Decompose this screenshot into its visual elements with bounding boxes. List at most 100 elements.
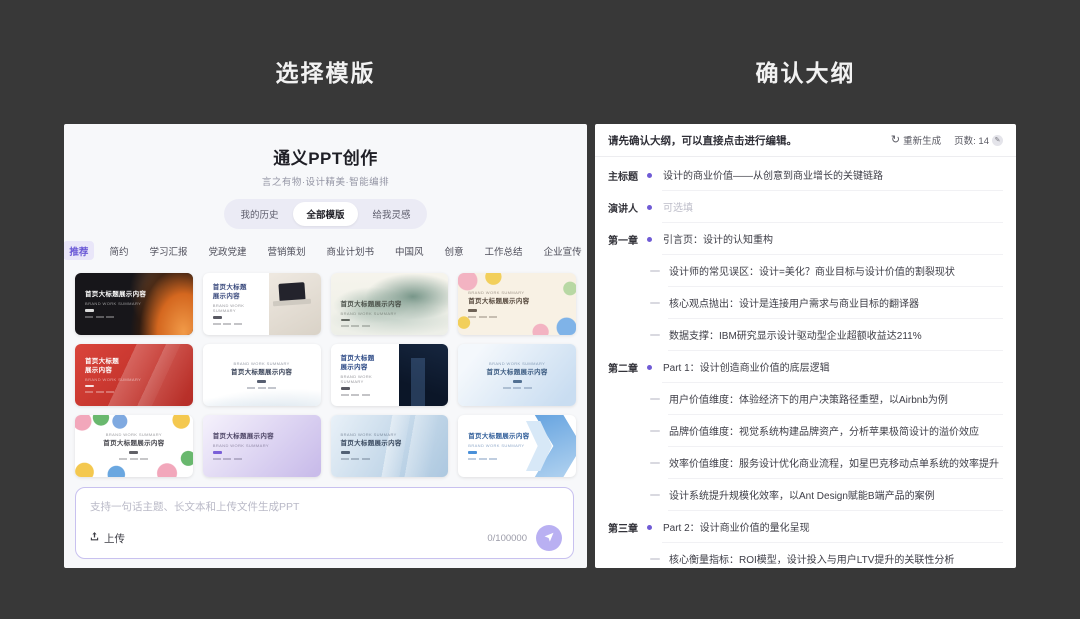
outline-row-text[interactable]: 核心观点抛出：设计是连接用户需求与商业目标的翻译器 bbox=[668, 287, 1003, 319]
tab-给我灵感[interactable]: 给我灵感 bbox=[360, 202, 424, 226]
composer-bar: 上传 0/100000 bbox=[89, 525, 562, 551]
template-thumbnail-navy[interactable]: 首页大标题展示内容BRAND WORK SUMMARY bbox=[331, 344, 449, 406]
drag-dash-icon bbox=[650, 494, 660, 496]
tab-我的历史[interactable]: 我的历史 bbox=[227, 202, 291, 226]
outline-row-text[interactable]: Part 1：设计创造商业价值的底层逻辑 bbox=[662, 351, 1003, 383]
decorative-dash bbox=[341, 451, 350, 454]
outline-row-text[interactable]: 品牌价值维度：视觉系统构建品牌资产，分析苹果极简设计的溢价效应 bbox=[668, 415, 1003, 447]
template-thumbnail-dark-orange[interactable]: 首页大标题展示内容BRAND WORK SUMMARY bbox=[75, 273, 193, 335]
page-count-label: 页数: 14 bbox=[954, 133, 989, 147]
outline-row-text[interactable]: 效率价值维度：服务设计优化商业流程，如星巴克移动点单系统的效率提升 bbox=[668, 447, 1003, 479]
outline-row-label: 第一章 bbox=[608, 232, 642, 247]
template-brand-text: BRAND WORK SUMMARY bbox=[489, 361, 545, 366]
category-简约[interactable]: 简约 bbox=[103, 241, 134, 260]
outline-subitem: 效率价值维度：服务设计优化商业流程，如星巴克移动点单系统的效率提升 bbox=[608, 447, 1003, 479]
decorative-dash bbox=[85, 385, 94, 388]
decorative-meta-bars bbox=[247, 387, 276, 389]
template-thumbnail-red[interactable]: 首页大标题展示内容BRAND WORK SUMMARY bbox=[75, 344, 193, 406]
category-企业宣传[interactable]: 企业宣传 bbox=[538, 241, 587, 260]
outline-subitem: 设计师的常见误区：设计=美化？商业目标与设计价值的割裂现状 bbox=[608, 255, 1003, 287]
template-thumbnail-pastel[interactable]: BRAND WORK SUMMARY首页大标题展示内容 bbox=[458, 273, 576, 335]
template-brand-text: BRAND WORK SUMMARY bbox=[213, 443, 269, 448]
tabs-wrap: 我的历史全部模版给我灵感 bbox=[64, 199, 587, 229]
bullet-dot-icon bbox=[647, 365, 652, 370]
outline-row-text[interactable]: 用户价值维度：体验经济下的用户决策路径重塑，以Airbnb为例 bbox=[668, 383, 1003, 415]
template-thumbnail-chevron[interactable]: 首页大标题展示内容BRAND WORK SUMMARY bbox=[458, 415, 576, 477]
outline-row-text[interactable]: 引言页：设计的认知重构 bbox=[662, 223, 1003, 255]
outline-header-text: 请先确认大纲，可以直接点击进行编辑。 bbox=[608, 133, 797, 148]
template-grid: 首页大标题展示内容 BRAND WORK SUMMARY 首页大标题展示内容 BRAN… bbox=[75, 273, 576, 477]
template-brand-text: BRAND WORK SUMMARY bbox=[85, 301, 141, 306]
decorative-dash bbox=[129, 451, 138, 454]
upload-button[interactable]: 上传 bbox=[89, 531, 125, 546]
outline-subitem: 用户价值维度：体验经济下的用户决策路径重塑，以Airbnb为例 bbox=[608, 383, 1003, 415]
template-brand-text: BRAND WORK SUMMARY bbox=[106, 432, 162, 437]
template-art-laptop bbox=[269, 273, 321, 335]
category-党政党建[interactable]: 党政党建 bbox=[202, 241, 252, 260]
drag-dash-icon bbox=[650, 398, 660, 400]
outline-row: 第一章 引言页：设计的认知重构 bbox=[608, 223, 1003, 255]
app-subtitle: 言之有物·设计精美·智能编排 bbox=[64, 174, 587, 188]
template-thumbnail-softblue[interactable]: BRAND WORK SUMMARY 首页大标题展示内容 bbox=[458, 344, 576, 406]
decorative-dash bbox=[341, 387, 350, 390]
send-button[interactable] bbox=[536, 525, 562, 551]
category-创意[interactable]: 创意 bbox=[439, 241, 470, 260]
decorative-dash bbox=[468, 451, 477, 454]
category-学习汇报[interactable]: 学习汇报 bbox=[143, 241, 193, 260]
tab-全部模版[interactable]: 全部模版 bbox=[293, 202, 357, 226]
decorative-dash bbox=[513, 380, 522, 383]
template-text-block: BRAND WORK SUMMARY 首页大标题展示内容 bbox=[458, 344, 576, 406]
outline-subitem: 数据支撑：IBM研究显示设计驱动型企业超额收益达211% bbox=[608, 319, 1003, 351]
decorative-meta-bars bbox=[503, 387, 532, 389]
category-工作总结[interactable]: 工作总结 bbox=[479, 241, 529, 260]
decorative-meta-bars bbox=[85, 391, 114, 393]
outline-row-text[interactable]: 设计的商业价值——从创意到商业增长的关键链路 bbox=[662, 159, 1003, 191]
stage-title-choose-template: 选择模版 bbox=[64, 54, 587, 88]
template-thumbnail-ink[interactable]: 首页大标题展示内容BRAND WORK SUMMARY bbox=[331, 273, 449, 335]
prompt-composer: 上传 0/100000 bbox=[75, 487, 574, 559]
template-title-text: 首页大标题展示内容 bbox=[213, 432, 274, 441]
template-text-block: 首页大标题展示内容BRAND WORK SUMMARY bbox=[331, 344, 399, 406]
template-text-block: 首页大标题展示内容BRAND WORK SUMMARY bbox=[458, 415, 576, 477]
template-text-block: BRAND WORK SUMMARY 首页大标题展示内容 bbox=[75, 415, 193, 477]
category-推荐[interactable]: 推荐 bbox=[64, 241, 94, 260]
template-picker-panel: 通义PPT创作 言之有物·设计精美·智能编排 我的历史全部模版给我灵感 推荐简约… bbox=[64, 124, 587, 568]
regenerate-button[interactable]: ↻ 重新生成 bbox=[891, 133, 941, 147]
outline-list: 主标题 设计的商业价值——从创意到商业增长的关键链路演讲人 可选填第一章 引言页：设计… bbox=[595, 157, 1016, 568]
outline-row-text[interactable]: 设计系统提升规模化效率，以Ant Design赋能B端产品的案例 bbox=[668, 479, 1003, 511]
decorative-meta-bars bbox=[213, 458, 242, 460]
prompt-input[interactable] bbox=[76, 488, 573, 524]
category-中国风[interactable]: 中国风 bbox=[389, 241, 430, 260]
template-thumbnail-floral[interactable]: BRAND WORK SUMMARY 首页大标题展示内容 bbox=[75, 415, 193, 477]
outline-row-text[interactable]: 可选填 bbox=[662, 191, 1003, 223]
template-title-text: 首页大标题展示内容 bbox=[231, 368, 292, 377]
template-title-text: 首页大标题展示内容 bbox=[341, 354, 375, 372]
page-count-control[interactable]: 页数: 14 ✎ bbox=[954, 133, 1003, 147]
template-title-text: 首页大标题展示内容 bbox=[103, 439, 164, 448]
category-商业计划书[interactable]: 商业计划书 bbox=[321, 241, 381, 260]
outline-row-text[interactable]: 数据支撑：IBM研究显示设计驱动型企业超额收益达211% bbox=[668, 319, 1003, 351]
edit-pencil-icon: ✎ bbox=[992, 135, 1003, 146]
outline-row-label: 第二章 bbox=[608, 360, 642, 375]
template-thumbnail-laptop[interactable]: 首页大标题展示内容BRAND WORK SUMMARY bbox=[203, 273, 321, 335]
outline-row-label: 主标题 bbox=[608, 168, 642, 183]
template-brand-text: BRAND WORK SUMMARY bbox=[341, 311, 397, 316]
template-title-text: 首页大标题展示内容 bbox=[468, 297, 529, 306]
drag-dash-icon bbox=[650, 334, 660, 336]
decorative-meta-bars bbox=[468, 458, 497, 460]
template-thumbnail-bluegeo[interactable]: BRAND WORK SUMMARY首页大标题展示内容 bbox=[331, 415, 449, 477]
outline-row-text[interactable]: 设计师的常见误区：设计=美化？商业目标与设计价值的割裂现状 bbox=[668, 255, 1003, 287]
drag-dash-icon bbox=[650, 558, 660, 560]
category-营销策划[interactable]: 营销策划 bbox=[261, 241, 311, 260]
decorative-meta-bars bbox=[85, 316, 114, 318]
template-title-text: 首页大标题展示内容 bbox=[487, 368, 548, 377]
template-thumbnail-purple[interactable]: 首页大标题展示内容 BRAND WORK SUMMARY bbox=[203, 415, 321, 477]
outline-header: 请先确认大纲，可以直接点击进行编辑。 ↻ 重新生成 页数: 14 ✎ bbox=[595, 124, 1016, 157]
decorative-meta-bars bbox=[213, 323, 242, 325]
outline-row-text[interactable]: 核心衡量指标：ROI模型，设计投入与用户LTV提升的关联性分析 bbox=[668, 543, 1003, 568]
bullet-dot-icon bbox=[647, 173, 652, 178]
template-thumbnail-mist[interactable]: BRAND WORK SUMMARY首页大标题展示内容 bbox=[203, 344, 321, 406]
outline-row-text[interactable]: Part 2：设计商业价值的量化呈现 bbox=[662, 511, 1003, 543]
outline-row-label: 演讲人 bbox=[608, 200, 642, 215]
outline-actions: ↻ 重新生成 页数: 14 ✎ bbox=[891, 133, 1003, 147]
